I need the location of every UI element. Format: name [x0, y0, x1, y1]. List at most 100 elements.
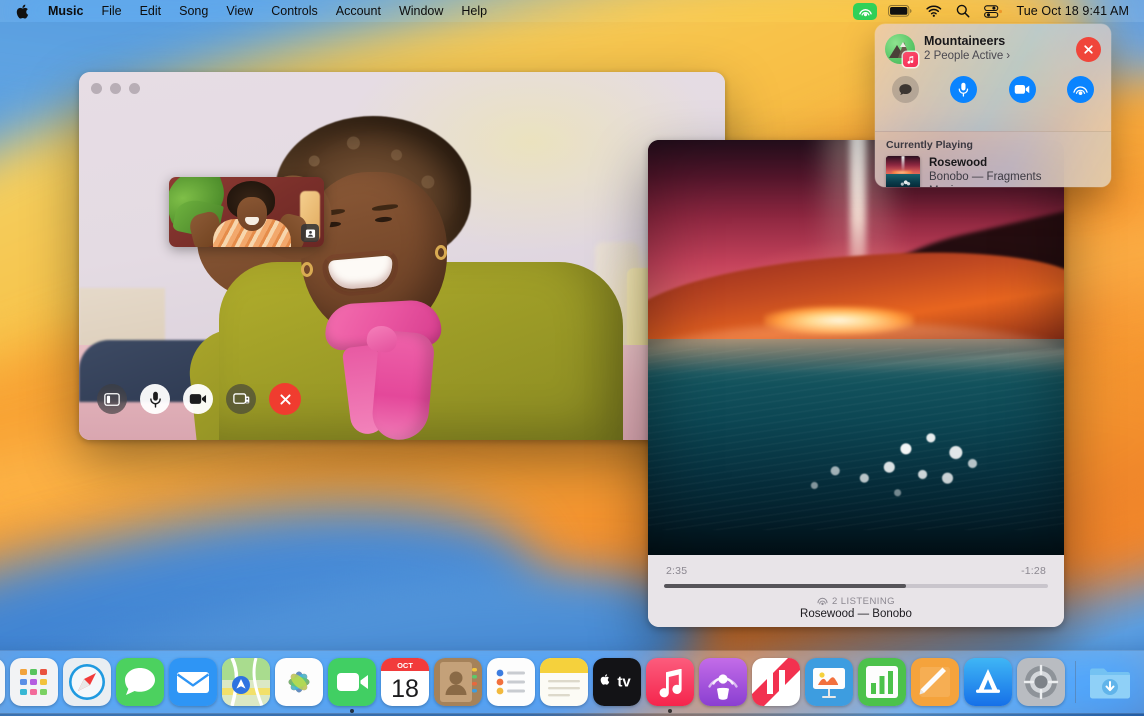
playback-progress-bar[interactable]: [664, 584, 1048, 588]
photos-icon: [275, 658, 323, 706]
dock-item-contacts[interactable]: [434, 658, 482, 706]
calendar-icon: OCT 18: [381, 658, 429, 706]
menu-bar: Music File Edit Song View Controls Accou…: [0, 0, 1144, 22]
control-center-icon[interactable]: [977, 0, 1009, 22]
menu-item-song[interactable]: Song: [170, 0, 217, 22]
shareplay-small-icon: [817, 597, 828, 606]
leave-call-button[interactable]: [1076, 37, 1101, 62]
facetime-control-bar: [97, 383, 301, 415]
dock-item-launchpad[interactable]: [10, 658, 58, 706]
microphone-button[interactable]: [950, 76, 977, 103]
popover-group-info: Mountaineers 2 People Active ›: [924, 34, 1076, 64]
battery-icon[interactable]: [881, 0, 919, 22]
menu-bar-clock[interactable]: Tue Oct 18 9:41 AM: [1009, 4, 1135, 18]
dock-item-calendar[interactable]: OCT 18: [381, 658, 429, 706]
music-now-playing-window[interactable]: 2:35 -1:28 2 LISTENING Rosewood — Bonobo: [648, 140, 1064, 627]
listeners-row: 2 LISTENING: [648, 596, 1064, 607]
microphone-toggle-button[interactable]: [140, 384, 170, 414]
album-artwork-rosewood: [886, 156, 920, 187]
window-zoom-button[interactable]: [129, 83, 140, 94]
dock-item-numbers[interactable]: [858, 658, 906, 706]
dock-item-news[interactable]: [752, 658, 800, 706]
person-video-badge-icon[interactable]: [301, 224, 319, 242]
safari-icon: [63, 658, 111, 706]
running-indicator: [350, 709, 354, 713]
dock-item-downloads[interactable]: [1086, 658, 1134, 706]
music-app-badge-icon: [903, 52, 918, 67]
facetime-window[interactable]: [79, 72, 725, 440]
dock-item-tv[interactable]: tv: [593, 658, 641, 706]
dock-item-music[interactable]: [646, 658, 694, 706]
dock-item-messages[interactable]: [116, 658, 164, 706]
playback-times: 2:35 -1:28: [648, 555, 1064, 577]
now-playing-row[interactable]: Rosewood Bonobo — Fragments Music: [875, 151, 1111, 187]
menu-item-view[interactable]: View: [217, 0, 262, 22]
finder-icon: [0, 658, 5, 706]
share-screen-button[interactable]: [226, 384, 256, 414]
menu-item-controls[interactable]: Controls: [262, 0, 327, 22]
window-close-button[interactable]: [91, 83, 102, 94]
shareplay-button[interactable]: [1067, 76, 1094, 103]
reminders-icon: [487, 658, 535, 706]
dock-item-notes[interactable]: [540, 658, 588, 706]
messages-button[interactable]: [892, 76, 919, 103]
mountain-group-avatar[interactable]: [885, 34, 915, 64]
song-title: Rosewood: [929, 156, 1042, 170]
dock-item-keynote[interactable]: [805, 658, 853, 706]
dock-item-system-settings[interactable]: [1017, 658, 1065, 706]
end-call-button[interactable]: [269, 383, 301, 415]
album-artwork-rosewood-large: [648, 140, 1064, 555]
dock-item-mail[interactable]: [169, 658, 217, 706]
dock-item-maps[interactable]: [222, 658, 270, 706]
spotlight-search-icon[interactable]: [949, 0, 977, 22]
apple-tv-icon: tv: [593, 658, 641, 706]
menu-item-help[interactable]: Help: [452, 0, 496, 22]
messages-icon: [116, 658, 164, 706]
menu-item-music[interactable]: Music: [39, 0, 92, 22]
sidebar-toggle-button[interactable]: [97, 384, 127, 414]
shareplay-status-icon[interactable]: [853, 3, 877, 20]
facetime-traffic-lights[interactable]: [91, 83, 140, 94]
apple-logo-icon[interactable]: [8, 4, 39, 19]
song-source-app: Music: [929, 184, 1042, 187]
dock-item-safari[interactable]: [63, 658, 111, 706]
group-name: Mountaineers: [924, 34, 1076, 49]
popover-top-section: Mountaineers 2 People Active ›: [875, 24, 1111, 131]
camera-toggle-button[interactable]: [183, 384, 213, 414]
dock-item-finder[interactable]: [0, 658, 5, 706]
menu-item-file[interactable]: File: [92, 0, 130, 22]
svg-text:OCT: OCT: [397, 661, 413, 670]
dock-item-trash[interactable]: [1139, 658, 1144, 706]
news-icon: [752, 658, 800, 706]
menu-item-account[interactable]: Account: [327, 0, 390, 22]
launchpad-icon: [10, 658, 58, 706]
participants-row[interactable]: 2 People Active ›: [924, 49, 1076, 64]
dock-separator: [1075, 661, 1076, 703]
dock: OCT 18 tv: [0, 651, 1144, 713]
popover-now-playing-section: Currently Playing Rosewood Bonobo — Frag…: [875, 131, 1111, 187]
elapsed-time: 2:35: [666, 565, 687, 577]
participant-earring-right: [435, 245, 447, 260]
facetime-icon: [328, 658, 376, 706]
dock-item-pages[interactable]: [911, 658, 959, 706]
menu-bar-app-menus: Music File Edit Song View Controls Accou…: [0, 0, 496, 22]
dock-item-photos[interactable]: [275, 658, 323, 706]
menu-item-window[interactable]: Window: [390, 0, 452, 22]
dock-item-podcasts[interactable]: [699, 658, 747, 706]
camera-button[interactable]: [1009, 76, 1036, 103]
shareplay-popover[interactable]: Mountaineers 2 People Active ›: [875, 24, 1111, 187]
self-view-thumbnail[interactable]: [169, 177, 324, 247]
app-store-icon: [964, 658, 1012, 706]
mini-artwork-beam: [902, 156, 905, 172]
wifi-icon[interactable]: [919, 0, 949, 22]
artwork-vignette: [648, 140, 1064, 555]
listeners-label: 2 LISTENING: [832, 596, 895, 607]
window-minimize-button[interactable]: [110, 83, 121, 94]
avatar-mountain-snowcap: [900, 42, 906, 47]
menu-item-edit[interactable]: Edit: [131, 0, 171, 22]
self-view-face: [237, 197, 267, 231]
dock-item-reminders[interactable]: [487, 658, 535, 706]
dock-item-app-store[interactable]: [964, 658, 1012, 706]
menu-bar-status-items: Tue Oct 18 9:41 AM: [849, 0, 1144, 22]
dock-item-facetime[interactable]: [328, 658, 376, 706]
